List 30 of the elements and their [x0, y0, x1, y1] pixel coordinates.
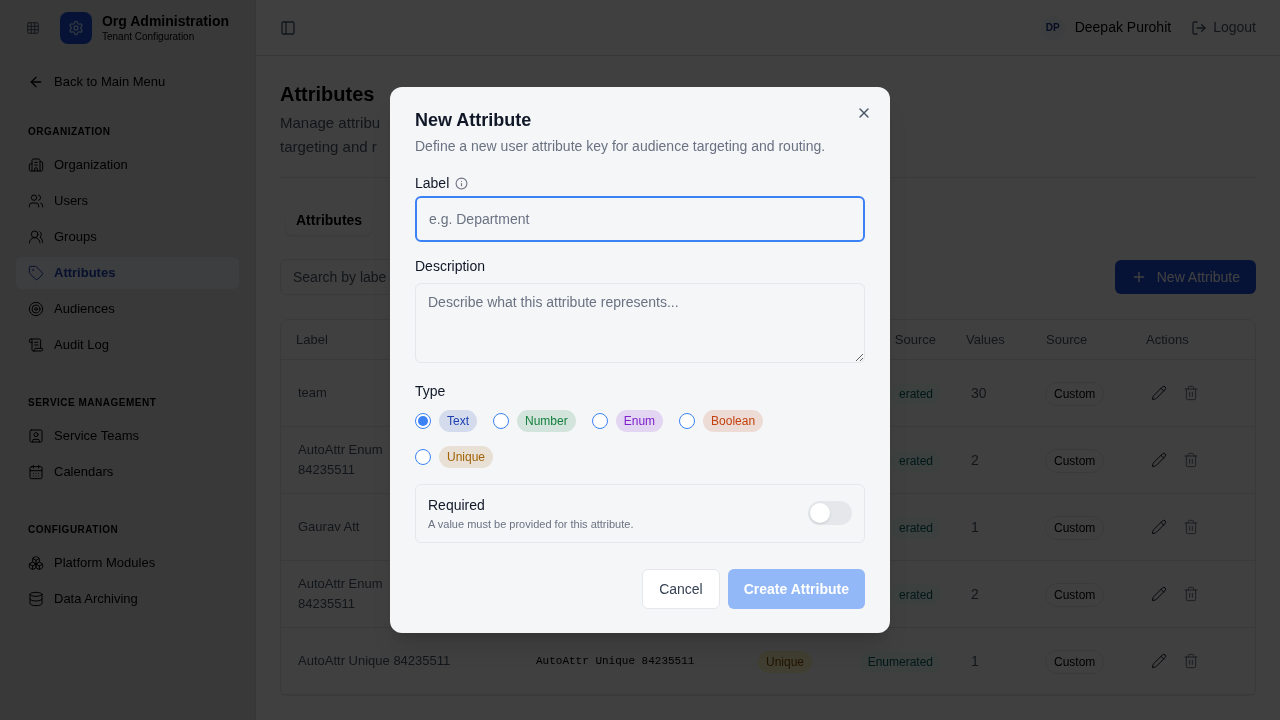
- type-badge: Unique: [439, 445, 494, 468]
- field-label: Type: [415, 381, 446, 401]
- radio-button[interactable]: [679, 412, 696, 429]
- user-name: Deepak Purohit: [1074, 18, 1172, 37]
- radio-button[interactable]: [415, 448, 431, 465]
- dialog-description: Define a new user attribute key for audience targeting and routing.: [415, 136, 827, 156]
- required-hint: A value must be provided for this attribute.: [428, 516, 634, 532]
- section-heading: ORGANIZATION: [28, 124, 111, 139]
- cancel-button[interactable]: Cancel: [642, 569, 720, 609]
- type-badge: Enum: [615, 409, 664, 432]
- page-title: Attributes: [280, 82, 376, 107]
- radio-button[interactable]: [493, 412, 509, 429]
- radio-button[interactable]: [415, 412, 431, 429]
- required-toggle[interactable]: [808, 501, 852, 526]
- field-label: Description: [415, 256, 486, 276]
- radio-button[interactable]: [591, 412, 608, 429]
- description-input[interactable]: Describe what this attribute represents...: [415, 282, 865, 363]
- app-subtitle: Tenant Configuration: [101, 30, 195, 43]
- info-icon[interactable]: [455, 176, 469, 190]
- field-label: Label: [415, 173, 450, 193]
- app-title: Org Administration: [101, 13, 229, 31]
- section-heading: CONFIGURATION: [28, 522, 119, 537]
- required-title: Required: [428, 495, 485, 515]
- section-heading: SERVICE MANAGEMENT: [28, 395, 157, 410]
- type-badge: Number: [517, 409, 576, 432]
- type-badge: Boolean: [703, 409, 764, 432]
- label-input[interactable]: e.g. Department: [415, 195, 865, 242]
- type-badge: Text: [439, 409, 477, 432]
- dialog-title: New Attribute: [415, 109, 533, 132]
- attribute-key: AutoAttr Unique 84235511: [536, 652, 695, 670]
